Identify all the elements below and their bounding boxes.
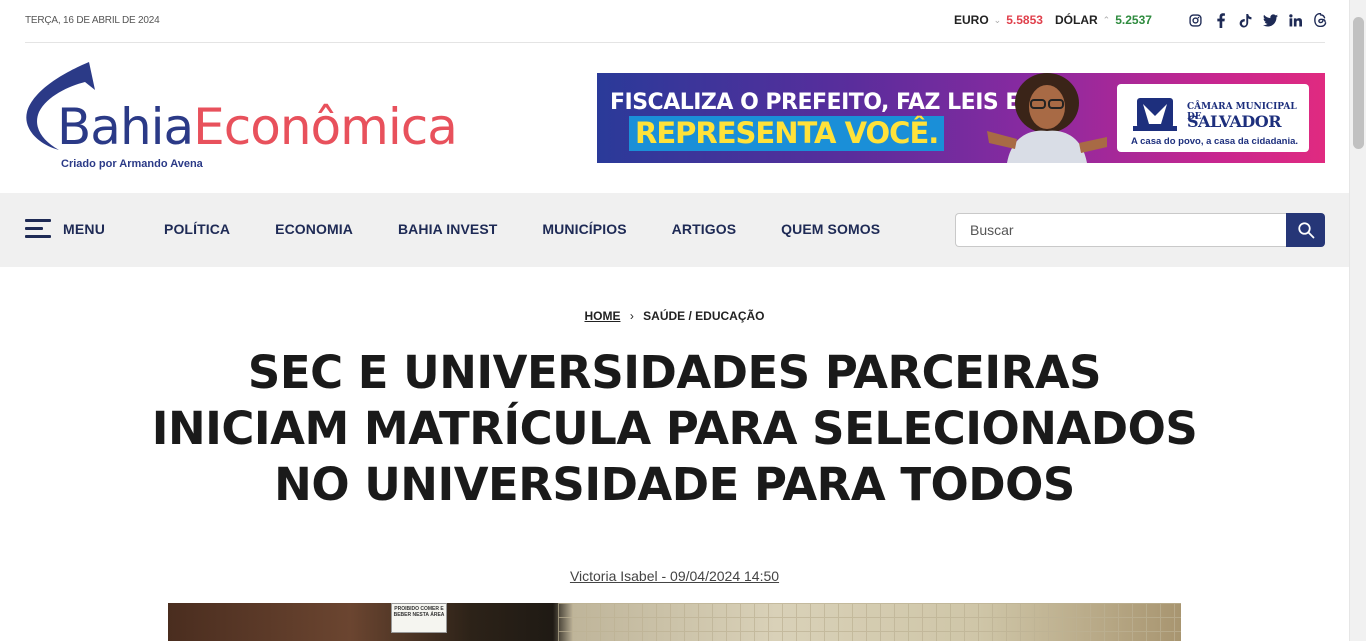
crest-icon <box>1133 98 1177 131</box>
dolar-label: DÓLAR <box>1055 13 1098 27</box>
top-bar: TERÇA, 16 DE ABRIL DE 2024 EURO ⌄ 5.5853… <box>25 0 1328 43</box>
threads-icon[interactable] <box>1313 12 1328 28</box>
breadcrumb-home[interactable]: HOME <box>584 309 620 323</box>
search-button[interactable] <box>1286 213 1325 247</box>
nav-item-municipios[interactable]: MUNICÍPIOS <box>542 221 626 237</box>
site-logo[interactable]: BahiaEconômica Criado por Armando Avena <box>25 62 458 174</box>
chevron-right-icon: › <box>629 309 634 323</box>
twitter-icon[interactable] <box>1263 12 1278 28</box>
menu-button[interactable]: MENU <box>25 219 105 239</box>
breadcrumb: HOME › SAÚDE / EDUCAÇÃO <box>0 309 1349 323</box>
instagram-icon[interactable] <box>1188 12 1203 28</box>
page-scrollbar[interactable] <box>1349 0 1366 641</box>
search-form <box>955 213 1325 247</box>
banner-slogan: A casa do povo, a casa da cidadania. <box>1131 136 1299 147</box>
linkedin-icon[interactable] <box>1288 12 1303 28</box>
article-byline: Victoria Isabel - 09/04/2024 14:50 <box>0 568 1349 584</box>
nav-item-economia[interactable]: ECONOMIA <box>275 221 353 237</box>
breadcrumb-section: SAÚDE / EDUCAÇÃO <box>643 309 765 323</box>
banner-line-1: FISCALIZA O PREFEITO, FAZ LEIS E <box>610 90 1020 115</box>
banner-org-big: SALVADOR <box>1187 112 1282 131</box>
social-links <box>1188 12 1328 28</box>
nav-item-artigos[interactable]: ARTIGOS <box>672 221 736 237</box>
facebook-icon[interactable] <box>1213 12 1228 28</box>
author-date-link[interactable]: Victoria Isabel - 09/04/2024 14:50 <box>570 568 779 584</box>
dolar-value: 5.2537 <box>1115 13 1152 27</box>
euro-quote: EURO ⌄ 5.5853 <box>954 13 1043 27</box>
article-title: SEC E UNIVERSIDADES PARCEIRAS INICIAM MA… <box>151 346 1198 511</box>
tiktok-icon[interactable] <box>1238 12 1253 28</box>
scrollbar-thumb[interactable] <box>1353 17 1364 149</box>
chevron-up-icon: ⌃ <box>1102 14 1111 25</box>
nav-item-politica[interactable]: POLÍTICA <box>164 221 230 237</box>
search-input[interactable] <box>955 213 1286 247</box>
menu-label: MENU <box>63 221 106 237</box>
nav-item-quem-somos[interactable]: QUEM SOMOS <box>781 221 880 237</box>
dolar-quote: DÓLAR ⌃ 5.2537 <box>1055 13 1152 27</box>
article-photo: PROIBIDO COMER E BEBER NESTA ÁREA <box>168 603 1181 641</box>
current-date: TERÇA, 16 DE ABRIL DE 2024 <box>25 15 160 26</box>
euro-value: 5.5853 <box>1006 13 1043 27</box>
euro-label: EURO <box>954 13 989 27</box>
photo-tiles <box>558 603 1181 641</box>
photo-sign: PROIBIDO COMER E BEBER NESTA ÁREA <box>391 603 447 633</box>
hamburger-icon <box>25 219 51 239</box>
logo-wordmark: BahiaEconômica <box>57 98 458 156</box>
banner-ad[interactable]: FISCALIZA O PREFEITO, FAZ LEIS E REPRESE… <box>597 73 1325 163</box>
banner-person-image <box>987 73 1107 163</box>
search-icon <box>1297 222 1314 239</box>
banner-line-2: REPRESENTA VOCÊ. <box>629 116 945 151</box>
nav-links: POLÍTICA ECONOMIA BAHIA INVEST MUNICÍPIO… <box>164 221 925 237</box>
chevron-down-icon: ⌄ <box>993 14 1002 25</box>
main-nav: MENU POLÍTICA ECONOMIA BAHIA INVEST MUNI… <box>0 193 1349 267</box>
camara-salvador-card: CÂMARA MUNICIPAL DE SALVADOR A casa do p… <box>1117 84 1309 152</box>
logo-tagline: Criado por Armando Avena <box>61 158 203 170</box>
nav-item-bahia-invest[interactable]: BAHIA INVEST <box>398 221 497 237</box>
